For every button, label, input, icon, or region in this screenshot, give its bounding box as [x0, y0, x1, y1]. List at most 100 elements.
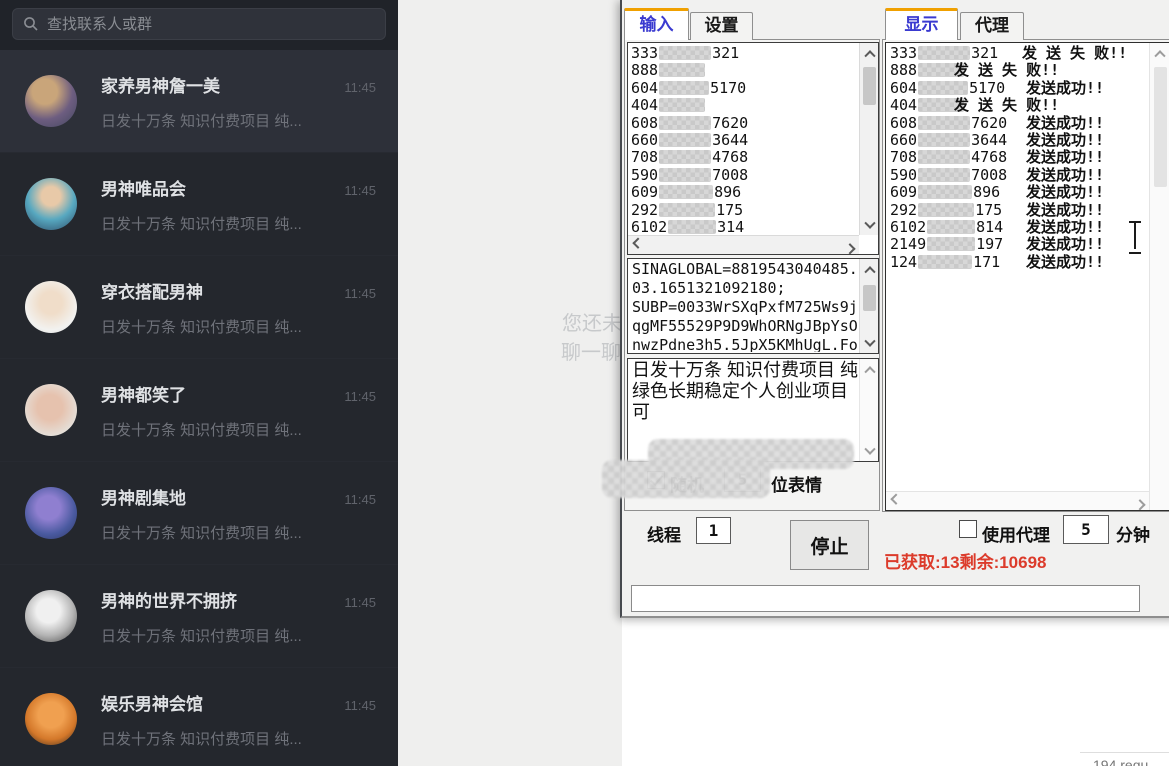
cookie-textarea[interactable]: SINAGLOBAL=8819543040485.03.165132109218… [627, 258, 879, 354]
tab[interactable]: 设置 [690, 12, 753, 40]
result-row[interactable]: 333321发 送 失 败!! [890, 45, 1148, 62]
account-row[interactable]: 404 [631, 97, 857, 114]
use-proxy-checkbox[interactable] [959, 520, 977, 538]
chat-preview: 日发十万条 知识付费项目 纯... [101, 625, 376, 646]
account-row[interactable]: 292175 [631, 202, 857, 219]
chat-name: 家养男神詹一美 [101, 72, 220, 97]
redaction-blob [602, 460, 770, 498]
result-row[interactable]: 888发 送 失 败!! [890, 62, 1148, 79]
thread-count-input[interactable] [696, 517, 731, 544]
status-text: 发 送 失 败!! [1022, 45, 1127, 62]
scroll-down-button[interactable] [860, 334, 879, 353]
masked-digits [659, 168, 711, 182]
account-row[interactable]: 6603644 [631, 132, 857, 149]
result-row[interactable]: 404发 送 失 败!! [890, 97, 1148, 114]
search-input[interactable] [47, 16, 375, 33]
stop-button[interactable]: 停止 [790, 520, 869, 570]
vertical-scrollbar[interactable] [1149, 43, 1169, 510]
proxy-minutes-input[interactable] [1063, 515, 1109, 544]
scroll-up-button[interactable] [860, 259, 879, 278]
chat-list-item[interactable]: 男神唯品会 11:45 日发十万条 知识付费项目 纯... [0, 153, 398, 256]
chat-name: 男神剧集地 [101, 484, 186, 509]
account-suffix: 171 [973, 253, 1000, 271]
result-number: 6102 814 [890, 219, 1026, 236]
vertical-scrollbar[interactable] [859, 259, 878, 353]
chevron-down-icon [864, 443, 875, 454]
chat-time: 11:45 [344, 286, 376, 301]
chat-time: 11:45 [344, 698, 376, 713]
account-row[interactable]: 7084768 [631, 149, 857, 166]
account-row[interactable]: 333321 [631, 45, 857, 62]
send-result-listbox[interactable]: 333321发 送 失 败!! 888发 送 失 败!! 6045170发送成功… [885, 42, 1169, 511]
account-row[interactable]: 6045170 [631, 80, 857, 97]
masked-digits [927, 237, 975, 251]
account-row[interactable]: 6087620 [631, 115, 857, 132]
scrollbar-thumb[interactable] [1154, 67, 1167, 187]
scroll-up-button[interactable] [860, 43, 879, 62]
empty-conversation-area [398, 0, 622, 766]
account-prefix: 2149 [890, 235, 926, 253]
avatar [25, 75, 77, 127]
tab[interactable]: 输入 [624, 8, 689, 40]
result-row[interactable]: 2149197发送成功!! [890, 236, 1148, 253]
result-row[interactable]: 609896发送成功!! [890, 184, 1148, 201]
account-suffix: 814 [976, 218, 1003, 236]
tab[interactable]: 显示 [885, 8, 958, 40]
result-number: 6045170 [890, 80, 1026, 97]
result-number: 6087620 [890, 115, 1026, 132]
account-prefix: 590 [890, 166, 917, 184]
scrollbar-thumb[interactable] [863, 285, 876, 311]
chat-list-item[interactable]: 穿衣搭配男神 11:45 日发十万条 知识付费项目 纯... [0, 256, 398, 359]
result-row[interactable]: 6102814发送成功!! [890, 219, 1148, 236]
account-suffix: 896 [973, 183, 1000, 201]
account-suffix: 7008 [712, 166, 748, 184]
result-row[interactable]: 6045170发送成功!! [890, 80, 1148, 97]
chat-name: 娱乐男神会馆 [101, 690, 203, 715]
account-row[interactable]: 888 [631, 62, 857, 79]
search-box[interactable] [12, 8, 386, 40]
chevron-down-icon [864, 335, 875, 346]
scroll-down-button[interactable] [860, 442, 879, 461]
account-suffix: 197 [976, 235, 1003, 253]
account-number-listbox[interactable]: 333321 888 6045170 404 6087620 6603644 7… [627, 42, 879, 255]
status-text: 发 送 失 败!! [954, 62, 1059, 79]
horizontal-scrollbar[interactable] [628, 235, 859, 254]
masked-digits [659, 133, 711, 147]
account-row[interactable]: 6102314 [631, 219, 857, 234]
chat-list-item[interactable]: 娱乐男神会馆 11:45 日发十万条 知识付费项目 纯... [0, 668, 398, 766]
chat-list-item[interactable]: 男神的世界不拥挤 11:45 日发十万条 知识付费项目 纯... [0, 565, 398, 668]
account-prefix: 404 [631, 96, 658, 114]
account-prefix: 6102 [890, 218, 926, 236]
chat-list-item[interactable]: 家养男神詹一美 11:45 日发十万条 知识付费项目 纯... [0, 50, 398, 153]
scrollbar-thumb[interactable] [863, 67, 876, 105]
horizontal-scrollbar[interactable] [886, 491, 1149, 511]
scroll-left-button[interactable] [628, 236, 647, 255]
vertical-scrollbar[interactable] [859, 43, 878, 235]
result-row[interactable]: 124171发送成功!! [890, 254, 1148, 271]
bottom-command-input[interactable] [631, 585, 1140, 612]
scroll-left-button[interactable] [886, 492, 905, 511]
result-row[interactable]: 292175发送成功!! [890, 202, 1148, 219]
result-row[interactable]: 7084768发送成功!! [890, 149, 1148, 166]
chat-list-item[interactable]: 男神都笑了 11:45 日发十万条 知识付费项目 纯... [0, 359, 398, 462]
result-row[interactable]: 6087620发送成功!! [890, 115, 1148, 132]
vertical-scrollbar[interactable] [859, 359, 878, 461]
chat-list-item[interactable]: 男神剧集地 11:45 日发十万条 知识付费项目 纯... [0, 462, 398, 565]
search-bar-area [0, 0, 398, 50]
result-row[interactable]: 6603644发送成功!! [890, 132, 1148, 149]
status-text: 发 送 失 败!! [954, 97, 1059, 114]
chat-sidebar: 家养男神詹一美 11:45 日发十万条 知识付费项目 纯... 男神唯品会 11… [0, 0, 398, 766]
thread-label: 线程 [647, 521, 681, 546]
scroll-right-button[interactable] [840, 236, 859, 255]
account-row[interactable]: 5907008 [631, 167, 857, 184]
scroll-up-button[interactable] [1150, 43, 1169, 62]
scroll-up-button[interactable] [860, 359, 879, 378]
empty-state-text: 您还未 聊一聊 [562, 310, 622, 368]
scroll-down-button[interactable] [860, 216, 879, 235]
send-result-rows: 333321发 送 失 败!! 888发 送 失 败!! 6045170发送成功… [890, 45, 1148, 489]
tab[interactable]: 代理 [960, 12, 1024, 40]
result-row[interactable]: 5907008发送成功!! [890, 167, 1148, 184]
account-row[interactable]: 609896 [631, 184, 857, 201]
account-prefix: 708 [631, 148, 658, 166]
scroll-right-button[interactable] [1130, 492, 1149, 511]
